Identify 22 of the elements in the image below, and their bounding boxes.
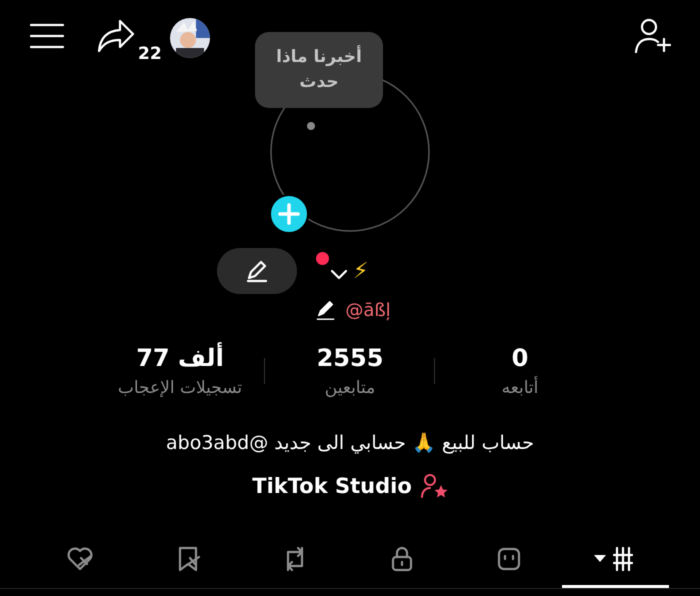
pencil-icon <box>245 259 269 283</box>
add-user-icon[interactable] <box>634 17 674 55</box>
bolt-emoji: ⚡ <box>353 258 368 284</box>
edit-button[interactable] <box>217 248 297 294</box>
chevron-down-icon[interactable] <box>329 268 349 282</box>
add-icon[interactable] <box>269 194 309 234</box>
stat-value: 2555 <box>316 343 384 374</box>
studio-link[interactable]: TikTok Studio <box>252 473 448 499</box>
note-tooltip[interactable]: أخبرنا ماذا حدث <box>255 32 383 108</box>
stat-value: 0 <box>512 343 528 374</box>
pencil-icon[interactable] <box>315 299 338 321</box>
bio-text: حساب للبيع 🙏 حسابي الى جديد @abo3abd <box>166 431 534 456</box>
dot-icon <box>307 122 315 130</box>
story-count: 22 <box>138 44 162 64</box>
username: @āßļ <box>345 300 391 320</box>
stat-value: 77 ألف <box>136 342 224 374</box>
share-icon[interactable] <box>96 18 136 54</box>
stat-label[interactable]: أتابعه <box>502 374 538 402</box>
creator-star-icon <box>420 473 448 499</box>
stat-label[interactable]: متابعين <box>324 374 376 402</box>
stat-label[interactable]: تسجيلات الإعجاب <box>118 374 242 402</box>
menu-icon[interactable] <box>28 21 66 51</box>
